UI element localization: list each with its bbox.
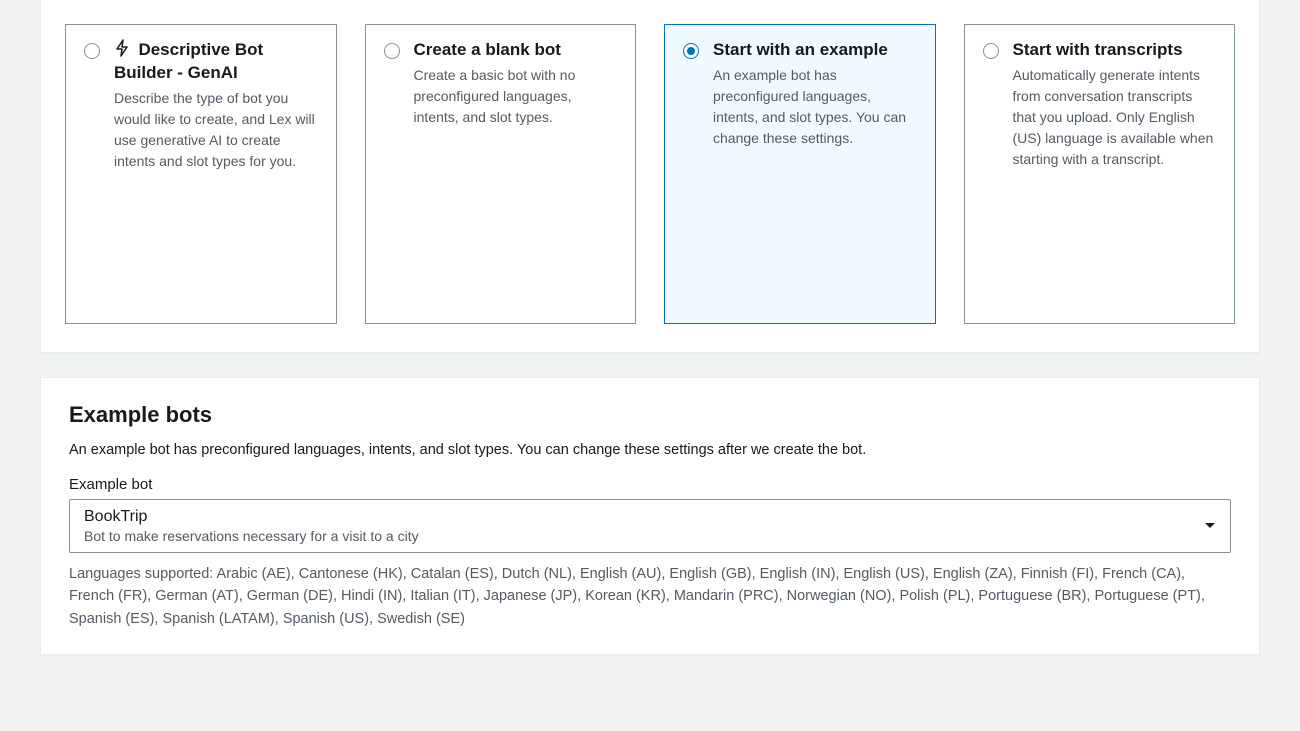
option-description: Automatically generate intents from conv… bbox=[1013, 65, 1217, 170]
example-bot-select-description: Bot to make reservations necessary for a… bbox=[84, 528, 1190, 544]
option-card-blank[interactable]: Create a blank bot Create a basic bot wi… bbox=[365, 24, 637, 324]
example-bots-subtext: An example bot has preconfigured languag… bbox=[69, 442, 1231, 458]
example-bots-heading: Example bots bbox=[69, 402, 1231, 428]
radio-genai[interactable] bbox=[84, 43, 100, 59]
option-card-genai[interactable]: Descriptive Bot Builder - GenAI Describe… bbox=[65, 24, 337, 324]
radio-transcripts[interactable] bbox=[983, 43, 999, 59]
example-bot-select[interactable]: BookTrip Bot to make reservations necess… bbox=[69, 499, 1231, 553]
example-bot-field-label: Example bot bbox=[69, 476, 1231, 493]
option-description: An example bot has preconfigured languag… bbox=[713, 65, 917, 149]
option-card-example[interactable]: Start with an example An example bot has… bbox=[664, 24, 936, 324]
option-description: Create a basic bot with no preconfigured… bbox=[414, 65, 618, 128]
caret-down-icon bbox=[1204, 517, 1216, 535]
creation-method-panel: Descriptive Bot Builder - GenAI Describe… bbox=[40, 0, 1260, 353]
creation-options-row: Descriptive Bot Builder - GenAI Describe… bbox=[65, 24, 1235, 324]
radio-blank[interactable] bbox=[384, 43, 400, 59]
option-title: Descriptive Bot Builder - GenAI bbox=[114, 40, 263, 82]
example-bots-panel: Example bots An example bot has preconfi… bbox=[40, 377, 1260, 655]
bolt-icon bbox=[114, 39, 130, 62]
option-description: Describe the type of bot you would like … bbox=[114, 88, 318, 172]
languages-supported-text: Languages supported: Arabic (AE), Canton… bbox=[69, 563, 1231, 630]
radio-example[interactable] bbox=[683, 43, 699, 59]
option-title: Start with transcripts bbox=[1013, 40, 1183, 59]
option-title: Create a blank bot bbox=[414, 40, 561, 59]
example-bot-select-value: BookTrip bbox=[84, 508, 1190, 526]
option-card-transcripts[interactable]: Start with transcripts Automatically gen… bbox=[964, 24, 1236, 324]
option-title: Start with an example bbox=[713, 40, 888, 59]
